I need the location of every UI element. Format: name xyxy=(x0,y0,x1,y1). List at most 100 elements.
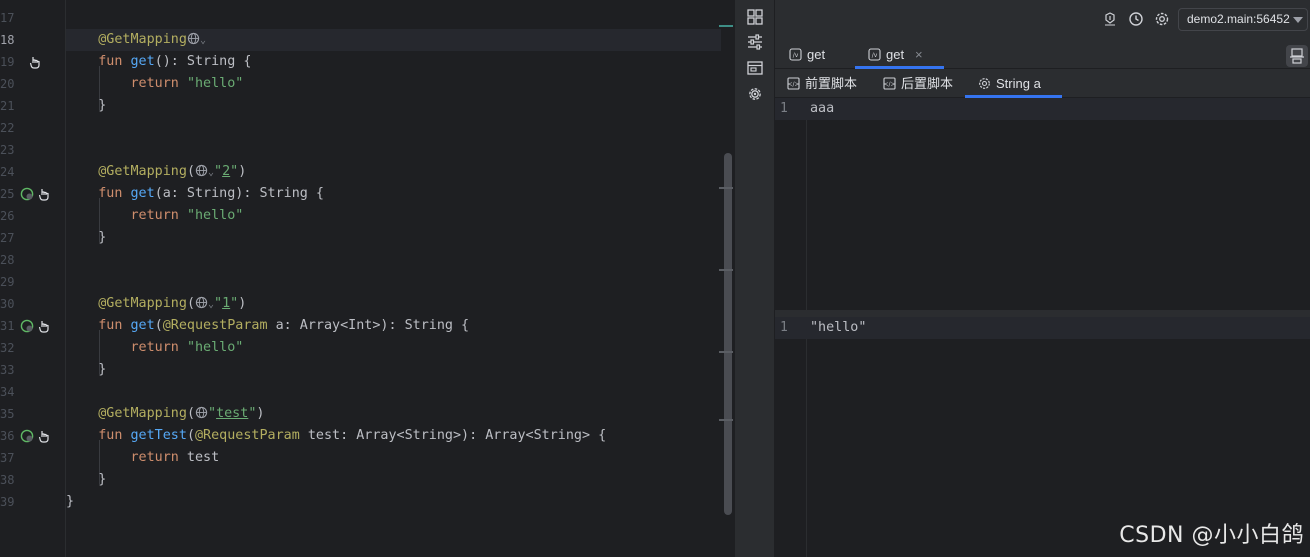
hand-pointer-icon[interactable] xyxy=(37,319,51,333)
line-number: 25 xyxy=(0,187,15,201)
code-editor[interactable]: 17 18 19 20 21 22 23 24 25 26 27 28 29 30 31 32 33 34 35 36… xyxy=(0,0,735,557)
line-number: 34 xyxy=(0,385,15,399)
hand-pointer-icon[interactable] xyxy=(28,55,42,69)
tab-pre-script[interactable]: </> 前置脚本 xyxy=(787,69,865,98)
code-line[interactable]: } xyxy=(66,491,721,513)
globe-icon[interactable] xyxy=(187,32,200,47)
code-line[interactable]: } xyxy=(66,469,721,491)
environment-value: demo2.main:56452 xyxy=(1187,12,1290,26)
gutter-line[interactable]: 29 xyxy=(0,271,66,293)
keyword-token: return xyxy=(130,340,179,355)
close-icon[interactable]: × xyxy=(915,40,923,69)
annotation-token: @RequestParam xyxy=(162,318,268,333)
scroll-marker xyxy=(719,351,733,353)
globe-icon[interactable] xyxy=(195,296,208,311)
gear-icon[interactable] xyxy=(746,85,764,103)
line-number: 22 xyxy=(0,121,15,135)
layout-icon[interactable] xyxy=(746,8,764,26)
editor-scrollbar-thumb[interactable] xyxy=(724,153,732,515)
tab-post-script[interactable]: </> 后置脚本 xyxy=(883,69,961,98)
code-line[interactable]: return test xyxy=(66,447,721,469)
gutter-line[interactable]: 37 xyxy=(0,447,66,469)
hand-pointer-icon[interactable] xyxy=(37,187,51,201)
gutter-line[interactable]: 32 xyxy=(0,337,66,359)
gutter-line[interactable]: 22 xyxy=(0,117,66,139)
globe-icon[interactable] xyxy=(195,406,208,421)
code-line[interactable]: @GetMapping(⌄"1") xyxy=(66,293,721,315)
code-line[interactable]: @GetMapping(⌄"2") xyxy=(66,161,721,183)
gutter-line[interactable]: 38 xyxy=(0,469,66,491)
tab-string-a[interactable]: String a xyxy=(965,69,1062,98)
http-request-icon: /v xyxy=(789,48,802,61)
svg-text:/v: /v xyxy=(872,52,878,59)
environment-select[interactable]: demo2.main:56452 xyxy=(1178,8,1308,31)
code-line[interactable]: @GetMapping ⌄ xyxy=(66,29,721,51)
code-line[interactable]: return "hello" xyxy=(66,205,721,227)
gutter-line[interactable]: 28 xyxy=(0,249,66,271)
code-line[interactable]: return "hello" xyxy=(66,73,721,95)
request-tab-get[interactable]: /v get xyxy=(789,40,849,69)
request-body-text[interactable]: aaa xyxy=(810,98,834,120)
code-line[interactable]: fun get(): String { xyxy=(66,51,721,73)
gutter-line[interactable]: 20 xyxy=(0,73,66,95)
request-tab-get-active[interactable]: /v get × xyxy=(855,40,944,69)
request-body-line[interactable]: 1 aaa xyxy=(775,98,1310,120)
tab-label: String a xyxy=(996,76,1041,91)
url-path-token[interactable]: test xyxy=(216,406,248,421)
scroll-marker xyxy=(719,269,733,271)
pin-button[interactable] xyxy=(1286,45,1308,67)
response-body-line[interactable]: 1 "hello" xyxy=(775,317,1310,339)
url-path-token[interactable]: 1 xyxy=(222,296,230,311)
code-line[interactable]: fun getTest(@RequestParam test: Array<St… xyxy=(66,425,721,447)
line-number: 19 xyxy=(0,55,15,69)
keyword-token: fun xyxy=(98,186,123,201)
code-line[interactable]: fun get(a: String): String { xyxy=(66,183,721,205)
gutter-line[interactable]: 34 xyxy=(0,381,66,403)
settings-gear-icon[interactable] xyxy=(1154,11,1170,27)
code-line[interactable]: } xyxy=(66,95,721,117)
gutter-line[interactable]: 30 xyxy=(0,293,66,315)
line-number: 24 xyxy=(0,165,15,179)
code-line[interactable]: return "hello" xyxy=(66,337,721,359)
string-token: " xyxy=(208,406,217,421)
code-line[interactable]: fun get(@RequestParam a: Array<Int>): St… xyxy=(66,315,721,337)
code-text: } xyxy=(98,472,107,487)
gutter-line[interactable]: 36 xyxy=(0,425,66,447)
gutter-line[interactable]: 39 xyxy=(0,491,66,513)
function-name: get xyxy=(130,318,155,333)
gutter-line[interactable]: 25 xyxy=(0,183,66,205)
gutter-line[interactable]: 31 xyxy=(0,315,66,337)
gutter-line[interactable]: 33 xyxy=(0,359,66,381)
debug-icon[interactable] xyxy=(1102,11,1118,27)
history-icon[interactable] xyxy=(1128,11,1144,27)
browser-window-icon[interactable] xyxy=(746,59,764,77)
globe-icon[interactable] xyxy=(195,164,208,179)
code-text: } xyxy=(66,494,75,509)
code-line[interactable]: } xyxy=(66,227,721,249)
gutter-line[interactable]: 19 xyxy=(0,51,66,73)
run-icon[interactable] xyxy=(20,319,34,333)
pane-splitter[interactable] xyxy=(775,310,1310,317)
gutter-line[interactable]: 27 xyxy=(0,227,66,249)
code-line[interactable]: @GetMapping("test") xyxy=(66,403,721,425)
gutter-line[interactable]: 23 xyxy=(0,139,66,161)
run-icon[interactable] xyxy=(20,187,34,201)
code-area[interactable]: @GetMapping ⌄ fun get(): String { return … xyxy=(66,0,721,557)
gutter-line[interactable]: 21 xyxy=(0,95,66,117)
gutter-line[interactable]: 17 xyxy=(0,7,66,29)
gutter-line[interactable]: 18 xyxy=(0,29,66,51)
chevron-down-icon[interactable]: ⌄ xyxy=(200,35,206,46)
gutter-line[interactable]: 24 xyxy=(0,161,66,183)
tab-label: get xyxy=(807,47,826,62)
settings-sliders-icon[interactable] xyxy=(746,33,764,51)
gutter-line[interactable]: 35 xyxy=(0,403,66,425)
annotation-token: @GetMapping xyxy=(98,32,187,47)
url-path-token[interactable]: 2 xyxy=(222,164,230,179)
hand-pointer-icon[interactable] xyxy=(37,429,51,443)
run-icon[interactable] xyxy=(20,429,34,443)
line-number: 39 xyxy=(0,495,15,509)
gutter-line[interactable]: 26 xyxy=(0,205,66,227)
annotation-token: @GetMapping xyxy=(98,164,187,179)
request-body-editor[interactable]: 1 aaa xyxy=(775,98,1310,310)
code-line[interactable]: } xyxy=(66,359,721,381)
